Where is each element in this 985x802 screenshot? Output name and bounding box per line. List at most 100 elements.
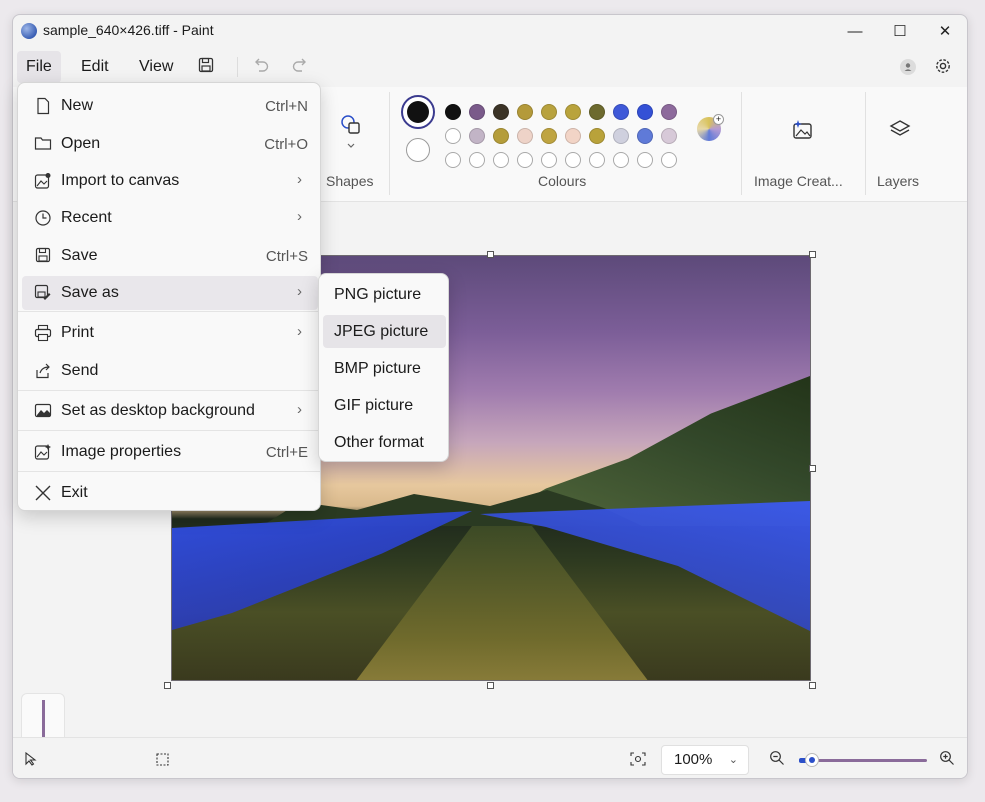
settings-button[interactable]: [934, 57, 952, 80]
menu-item-print[interactable]: Print ›: [22, 316, 318, 350]
colour-swatch[interactable]: [565, 152, 581, 168]
close-window-button[interactable]: ✕: [922, 15, 967, 47]
view-menu-button[interactable]: View: [130, 51, 182, 83]
undo-button[interactable]: [252, 56, 270, 79]
resize-handle-right[interactable]: [809, 465, 816, 472]
menu-item-label: Save: [61, 247, 98, 264]
colour-swatch[interactable]: [517, 128, 533, 144]
colour-swatch[interactable]: [613, 128, 629, 144]
chevron-right-icon: ›: [297, 323, 302, 340]
account-button[interactable]: [900, 59, 916, 75]
colour-swatch[interactable]: [493, 104, 509, 120]
menu-item-send[interactable]: Send: [22, 354, 318, 388]
save-toolbar-button[interactable]: [198, 57, 214, 78]
colour-swatch[interactable]: [493, 128, 509, 144]
zoom-in-button[interactable]: [939, 750, 955, 771]
undo-icon: [255, 58, 269, 72]
zoom-out-button[interactable]: [769, 750, 785, 771]
colour-swatch[interactable]: [541, 128, 557, 144]
menu-item-label: New: [61, 97, 94, 114]
save-icon: [34, 247, 52, 265]
cursor-position-icon: [25, 751, 37, 771]
colour-swatch[interactable]: [565, 128, 581, 144]
ribbon-divider: [865, 92, 866, 195]
layers-button[interactable]: [889, 119, 911, 146]
file-menu-button[interactable]: File: [17, 51, 61, 83]
shapes-button[interactable]: [339, 113, 363, 158]
colour-swatch[interactable]: [661, 128, 677, 144]
status-bar: 100% ⌄: [13, 737, 967, 778]
primary-colour-swatch: [407, 101, 429, 123]
resize-handle-top-right[interactable]: [809, 251, 816, 258]
new-file-icon: [34, 97, 52, 115]
menu-separator: [18, 311, 320, 312]
colour-swatch[interactable]: [493, 152, 509, 168]
resize-handle-top[interactable]: [487, 251, 494, 258]
redo-button[interactable]: [291, 56, 309, 79]
colour-swatch[interactable]: [469, 128, 485, 144]
colour-swatch[interactable]: [613, 152, 629, 168]
image-properties-icon: [34, 443, 52, 461]
colour-swatch[interactable]: [541, 152, 557, 168]
colour-swatch[interactable]: [613, 104, 629, 120]
colour-swatch[interactable]: [445, 104, 461, 120]
resize-handle-bottom[interactable]: [487, 682, 494, 689]
resize-handle-bottom-left[interactable]: [164, 682, 171, 689]
menu-item-open[interactable]: Open Ctrl+O: [22, 127, 318, 161]
colour-swatch[interactable]: [517, 152, 533, 168]
resize-handle-bottom-right[interactable]: [809, 682, 816, 689]
menu-separator: [18, 430, 320, 431]
menu-item-new[interactable]: New Ctrl+N: [22, 89, 318, 123]
paint-app-icon: [21, 23, 37, 39]
save-as-jpeg[interactable]: JPEG picture: [323, 315, 446, 348]
file-menu: New Ctrl+N Open Ctrl+O Import to canvas …: [17, 82, 321, 511]
colour-swatch[interactable]: [565, 104, 581, 120]
save-as-gif[interactable]: GIF picture: [323, 389, 446, 422]
save-as-png[interactable]: PNG picture: [323, 278, 446, 311]
menu-item-label: Save as: [61, 284, 119, 301]
zoom-dropdown[interactable]: 100% ⌄: [661, 745, 749, 775]
image-creator-button[interactable]: [792, 119, 814, 146]
user-avatar-icon: [904, 63, 912, 71]
menu-item-save[interactable]: Save Ctrl+S: [22, 239, 318, 273]
menu-separator: [18, 390, 320, 391]
colour-swatch[interactable]: [469, 104, 485, 120]
menu-item-label: Send: [61, 362, 99, 379]
menu-item-recent[interactable]: Recent ›: [22, 201, 318, 235]
save-as-submenu: PNG picture JPEG picture BMP picture GIF…: [318, 273, 449, 462]
colour-swatch[interactable]: [517, 104, 533, 120]
menu-item-import-to-canvas[interactable]: Import to canvas ›: [22, 164, 318, 198]
colour-swatch[interactable]: [661, 104, 677, 120]
image-creator-label: Image Creat...: [754, 173, 843, 189]
menu-item-exit[interactable]: Exit: [22, 476, 318, 510]
maximize-button[interactable]: ☐: [877, 15, 923, 47]
menu-item-set-as-desktop-background[interactable]: Set as desktop background ›: [22, 394, 318, 428]
image-creator-icon: [793, 120, 812, 139]
colour-swatch[interactable]: [445, 152, 461, 168]
layers-icon: [889, 120, 911, 136]
colour-swatch[interactable]: [469, 152, 485, 168]
colour-swatch[interactable]: [661, 152, 677, 168]
colour-swatch[interactable]: [541, 104, 557, 120]
colour-swatch[interactable]: [637, 104, 653, 120]
colour-swatch[interactable]: [637, 152, 653, 168]
minimize-button[interactable]: —: [832, 15, 878, 47]
menu-item-save-as[interactable]: Save as ›: [22, 276, 318, 310]
colour-swatch[interactable]: [445, 128, 461, 144]
fit-to-window-button[interactable]: [630, 752, 646, 771]
edit-colours-button[interactable]: +: [697, 114, 724, 141]
title-bar: sample_640×426.tiff - Paint — ☐ ✕: [13, 15, 967, 47]
colour-swatch[interactable]: [589, 152, 605, 168]
zoom-value: 100%: [674, 751, 713, 768]
save-as-other-format[interactable]: Other format: [323, 426, 446, 459]
menu-item-image-properties[interactable]: Image properties Ctrl+E: [22, 435, 318, 469]
zoom-slider-knob[interactable]: [804, 753, 819, 767]
colour-swatch[interactable]: [589, 128, 605, 144]
secondary-colour-selector[interactable]: [406, 138, 430, 162]
colour-swatch[interactable]: [637, 128, 653, 144]
colour-swatch[interactable]: [589, 104, 605, 120]
menu-item-label: Set as desktop background: [61, 402, 255, 419]
primary-colour-selector[interactable]: [401, 95, 435, 129]
save-as-bmp[interactable]: BMP picture: [323, 352, 446, 385]
edit-menu-button[interactable]: Edit: [72, 51, 118, 83]
